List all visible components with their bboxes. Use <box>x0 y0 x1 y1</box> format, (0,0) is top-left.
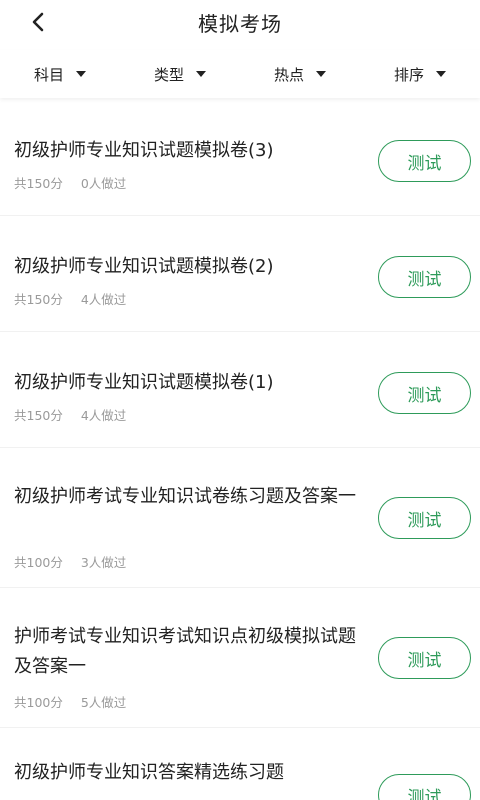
caret-down-icon <box>436 71 446 77</box>
exam-participants: 4人做过 <box>80 292 127 307</box>
filter-bar: 科目 类型 热点 排序 <box>0 50 480 98</box>
exam-meta: 共100分 5人做过 <box>14 692 126 711</box>
filter-label: 排序 <box>393 65 424 84</box>
caret-down-icon <box>196 71 206 77</box>
exam-meta: 共150分 4人做过 <box>14 289 126 308</box>
test-button[interactable]: 测试 <box>378 497 471 539</box>
header: 模拟考场 <box>0 0 480 44</box>
filter-hot[interactable]: 热点 <box>240 50 360 98</box>
exam-meta: 共100分 3人做过 <box>14 552 126 571</box>
list-item[interactable]: 初级护师专业知识试题模拟卷(1) 共150分 4人做过 测试 <box>0 332 480 448</box>
exam-meta: 共150分 0人做过 <box>14 173 126 192</box>
filter-sort[interactable]: 排序 <box>360 50 480 98</box>
test-button[interactable]: 测试 <box>378 774 471 800</box>
filter-subject[interactable]: 科目 <box>0 50 120 98</box>
exam-score: 共150分 <box>14 292 63 307</box>
list-item[interactable]: 初级护师专业知识试题模拟卷(3) 共150分 0人做过 测试 <box>0 100 480 216</box>
exam-title: 护师考试专业知识考试知识点初级模拟试题及答案一 <box>14 626 356 677</box>
exam-participants: 0人做过 <box>80 176 127 191</box>
list-item[interactable]: 初级护师专业知识试题模拟卷(2) 共150分 4人做过 测试 <box>0 216 480 332</box>
caret-down-icon <box>76 71 86 77</box>
exam-title: 初级护师专业知识试题模拟卷(2) <box>14 256 274 277</box>
filter-label: 热点 <box>273 65 304 84</box>
app-screen: 模拟考场 科目 类型 热点 排序 初级护师专业知识试题模拟卷(3) 共150分 0… <box>0 0 480 800</box>
exam-participants: 4人做过 <box>80 408 127 423</box>
exam-title: 初级护师专业知识试题模拟卷(3) <box>14 140 274 161</box>
exam-title: 初级护师专业知识答案精选练习题 <box>14 762 284 783</box>
exam-participants: 3人做过 <box>80 555 127 570</box>
exam-participants: 5人做过 <box>80 695 127 710</box>
exam-meta: 共150分 4人做过 <box>14 405 126 424</box>
caret-down-icon <box>316 71 326 77</box>
page-title: 模拟考场 <box>198 12 282 36</box>
test-button[interactable]: 测试 <box>378 140 471 182</box>
list-item[interactable]: 初级护师专业知识答案精选练习题 测试 <box>0 728 480 800</box>
test-button[interactable]: 测试 <box>378 256 471 298</box>
test-button[interactable]: 测试 <box>378 637 471 679</box>
exam-score: 共150分 <box>14 408 63 423</box>
exam-score: 共150分 <box>14 176 63 191</box>
exam-title: 初级护师考试专业知识试卷练习题及答案一 <box>14 486 356 507</box>
test-button[interactable]: 测试 <box>378 372 471 414</box>
list-item[interactable]: 初级护师考试专业知识试卷练习题及答案一 共100分 3人做过 测试 <box>0 448 480 588</box>
exam-score: 共100分 <box>14 555 63 570</box>
filter-label: 科目 <box>33 65 64 84</box>
exam-title: 初级护师专业知识试题模拟卷(1) <box>14 372 274 393</box>
exam-list: 初级护师专业知识试题模拟卷(3) 共150分 0人做过 测试 初级护师专业知识试题… <box>0 100 480 800</box>
exam-score: 共100分 <box>14 695 63 710</box>
filter-type[interactable]: 类型 <box>120 50 240 98</box>
list-item[interactable]: 护师考试专业知识考试知识点初级模拟试题及答案一 共100分 5人做过 测试 <box>0 588 480 728</box>
filter-label: 类型 <box>153 65 184 84</box>
